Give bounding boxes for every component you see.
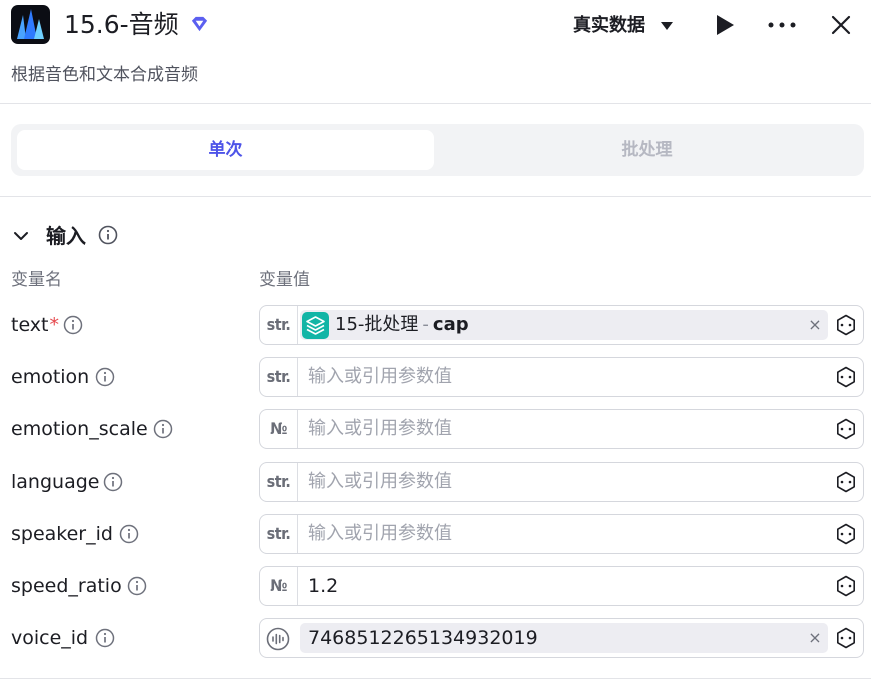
- clear-icon[interactable]: ×: [808, 310, 822, 340]
- param-label-emotion-scale: emotion_scale: [11, 418, 148, 440]
- info-icon[interactable]: [95, 367, 115, 387]
- variable-ref-icon[interactable]: [835, 523, 857, 545]
- close-icon[interactable]: [829, 13, 853, 37]
- param-input-placeholder[interactable]: 输入或引用参数值: [308, 358, 452, 396]
- variable-ref-icon[interactable]: [835, 418, 857, 440]
- clear-icon[interactable]: ×: [808, 623, 822, 653]
- divider: [0, 103, 871, 104]
- param-label-language: language: [11, 471, 100, 493]
- info-icon[interactable]: [153, 419, 173, 439]
- layers-icon: [302, 312, 329, 339]
- reference-chip[interactable]: 15-批处理 - cap ×: [300, 310, 828, 340]
- param-label-speaker-id: speaker_id: [11, 523, 113, 545]
- param-name: text: [11, 314, 49, 336]
- param-label-voice-id: voice_id: [11, 627, 89, 649]
- param-input-placeholder[interactable]: 输入或引用参数值: [308, 463, 452, 501]
- param-input-value[interactable]: 1.2: [308, 567, 338, 605]
- variable-ref-icon[interactable]: [835, 627, 857, 649]
- voice-id-value: 7468512265134932019: [308, 627, 538, 649]
- param-input-placeholder[interactable]: 输入或引用参数值: [308, 410, 452, 448]
- section-title: 输入: [46, 224, 86, 248]
- variable-ref-icon[interactable]: [835, 575, 857, 597]
- tab-single[interactable]: 单次: [17, 130, 434, 170]
- reference-separator: -: [422, 314, 429, 335]
- type-badge: str.: [260, 515, 298, 553]
- info-icon[interactable]: [63, 315, 83, 335]
- variable-ref-icon[interactable]: [835, 314, 857, 336]
- divider: [0, 196, 871, 197]
- info-icon[interactable]: [95, 628, 115, 648]
- reference-label: 15-批处理 - cap: [335, 310, 469, 340]
- play-icon[interactable]: [714, 13, 736, 37]
- info-icon[interactable]: [127, 576, 147, 596]
- variable-ref-icon[interactable]: [835, 366, 857, 388]
- param-field-voice-id[interactable]: 7468512265134932019 ×: [259, 618, 864, 658]
- type-badge: №: [260, 410, 298, 448]
- caret-down-icon[interactable]: [660, 20, 674, 32]
- param-field-emotion-scale[interactable]: № 输入或引用参数值: [259, 409, 864, 449]
- audio-wave-icon: [266, 627, 290, 651]
- gem-icon: [191, 16, 208, 32]
- type-badge: str.: [260, 306, 298, 344]
- node-title: 15.6-音频: [64, 10, 179, 39]
- param-label-speed-ratio: speed_ratio: [11, 575, 122, 597]
- param-label-emotion: emotion: [11, 366, 90, 388]
- type-badge: str.: [260, 358, 298, 396]
- param-field-language[interactable]: str. 输入或引用参数值: [259, 462, 864, 502]
- param-label-text: text*: [11, 305, 59, 345]
- reference-node: 15-批处理: [335, 314, 419, 335]
- data-mode-select[interactable]: 真实数据: [573, 13, 645, 39]
- param-field-speaker-id[interactable]: str. 输入或引用参数值: [259, 514, 864, 554]
- info-icon[interactable]: [103, 472, 123, 492]
- info-icon[interactable]: [98, 225, 118, 245]
- param-field-text[interactable]: str. 15-批处理 - cap ×: [259, 305, 864, 345]
- app-logo: [11, 5, 50, 44]
- type-badge: str.: [260, 463, 298, 501]
- run-mode-tabs: 单次 批处理: [11, 124, 864, 176]
- divider: [0, 678, 871, 679]
- value-chip[interactable]: 7468512265134932019 ×: [300, 623, 828, 653]
- info-icon[interactable]: [119, 524, 139, 544]
- variable-ref-icon[interactable]: [835, 471, 857, 493]
- node-description: 根据音色和文本合成音频: [11, 65, 198, 85]
- param-field-speed-ratio[interactable]: № 1.2: [259, 566, 864, 606]
- more-icon[interactable]: [767, 21, 797, 29]
- node-header: 15.6-音频 真实数据: [0, 0, 871, 52]
- required-marker: *: [49, 314, 60, 336]
- column-header-value: 变量值: [259, 270, 310, 290]
- type-badge: №: [260, 567, 298, 605]
- param-field-emotion[interactable]: str. 输入或引用参数值: [259, 357, 864, 397]
- tab-batch[interactable]: 批处理: [436, 130, 858, 170]
- param-input-placeholder[interactable]: 输入或引用参数值: [308, 515, 452, 553]
- reference-field: cap: [432, 314, 469, 335]
- chevron-down-icon[interactable]: [11, 228, 31, 244]
- column-header-name: 变量名: [11, 270, 62, 290]
